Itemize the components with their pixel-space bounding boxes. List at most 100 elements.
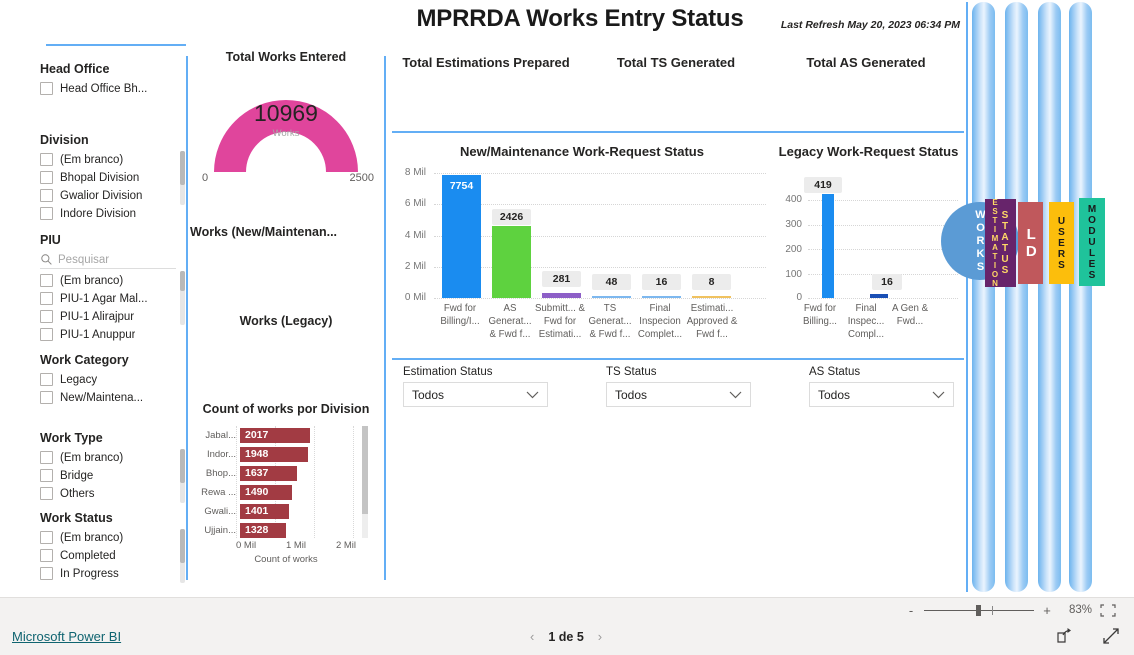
- share-button[interactable]: [1056, 627, 1074, 645]
- division-bar[interactable]: 1401: [240, 503, 289, 519]
- filter-item-work-type-bridge[interactable]: Bridge: [40, 467, 185, 484]
- checkbox-icon[interactable]: [40, 373, 53, 386]
- table-row[interactable]: Gwali... 1401: [190, 502, 370, 520]
- checkbox-icon[interactable]: [40, 82, 53, 95]
- filter-item-piu-agar-malwa[interactable]: PIU-1 Agar Mal...: [40, 290, 185, 307]
- works-legacy-title: Works (Legacy): [239, 314, 333, 328]
- next-page-button[interactable]: ›: [598, 629, 602, 644]
- bar-value-label: 16: [872, 274, 902, 290]
- filter-item-piu-blank[interactable]: (Em branco): [40, 272, 185, 289]
- zoom-slider-thumb[interactable]: [976, 604, 981, 616]
- division-bar[interactable]: 1637: [240, 465, 297, 481]
- checkbox-icon[interactable]: [40, 171, 53, 184]
- piu-search-input[interactable]: Pesquisar: [40, 251, 176, 269]
- table-row[interactable]: Rewa ... 1490: [190, 483, 370, 501]
- navigation-cylinders: WORKS ESTIMATION STATUS LD USERS MODULES: [941, 2, 1105, 592]
- prev-page-button[interactable]: ‹: [530, 629, 534, 644]
- zoom-in-button[interactable]: +: [1042, 603, 1052, 618]
- power-bi-brand-link[interactable]: Microsoft Power BI: [12, 629, 121, 644]
- checkbox-icon[interactable]: [40, 487, 53, 500]
- checkbox-icon[interactable]: [40, 189, 53, 202]
- filter-group-head-office: Head Office Head Office Bh...: [40, 62, 185, 98]
- divider-top-right: [392, 131, 964, 133]
- bar-ts-generated[interactable]: [592, 296, 631, 298]
- checkbox-icon[interactable]: [40, 328, 53, 341]
- x-category-label: Estimati... Approved & Fwd f...: [686, 303, 738, 340]
- nav-button-users[interactable]: USERS: [1049, 202, 1074, 284]
- division-bar[interactable]: 2017: [240, 427, 310, 443]
- filter-item-work-type-blank[interactable]: (Em branco): [40, 449, 185, 466]
- filter-item-work-type-others[interactable]: Others: [40, 485, 185, 502]
- bar-submitted-fwd-for-estimation[interactable]: [542, 293, 581, 298]
- table-row[interactable]: Indor... 1948: [190, 445, 370, 463]
- bar-legacy-final-inspection[interactable]: [870, 294, 888, 298]
- slicer-value: Todos: [615, 387, 648, 402]
- nav-button-estimation-status[interactable]: ESTIMATION STATUS: [985, 198, 1016, 288]
- x-category-label: AS Generat... & Fwd f...: [488, 303, 532, 340]
- nav-button-modules[interactable]: MODULES: [1079, 198, 1105, 286]
- filter-item-work-status-in-progress[interactable]: In Progress: [40, 565, 185, 582]
- search-icon: [41, 254, 52, 265]
- checkbox-icon[interactable]: [40, 391, 53, 404]
- checkbox-icon[interactable]: [40, 469, 53, 482]
- filter-item-work-category-legacy[interactable]: Legacy: [40, 371, 185, 388]
- filter-item-label: (Em branco): [60, 153, 124, 166]
- zoom-slider[interactable]: [924, 604, 1034, 616]
- division-bar[interactable]: 1328: [240, 522, 286, 538]
- slicer-label: AS Status: [809, 366, 861, 378]
- bar-final-inspection-completed[interactable]: [642, 296, 681, 298]
- slicer-dropdown[interactable]: Todos: [606, 382, 751, 407]
- table-row[interactable]: Jabal... 2017: [190, 426, 370, 444]
- bar-value-label: 7754: [442, 178, 481, 194]
- filter-item-head-office-bhopal[interactable]: Head Office Bh...: [40, 80, 185, 97]
- slicer-dropdown[interactable]: Todos: [809, 382, 954, 407]
- division-bar[interactable]: 1490: [240, 484, 292, 500]
- chevron-down-icon[interactable]: [526, 391, 539, 399]
- chevron-down-icon[interactable]: [932, 391, 945, 399]
- filter-item-piu-alirajpur[interactable]: PIU-1 Alirajpur: [40, 308, 185, 325]
- filter-item-work-status-completed[interactable]: Completed: [40, 547, 185, 564]
- division-bar-value: 2017: [245, 429, 269, 441]
- division-chart-scrollbar[interactable]: [362, 426, 368, 538]
- filter-item-work-status-blank[interactable]: (Em branco): [40, 529, 185, 546]
- work-type-scrollbar[interactable]: [180, 449, 185, 503]
- nav-button-ld[interactable]: LD: [1018, 202, 1043, 284]
- zoom-out-button[interactable]: -: [906, 603, 916, 618]
- filter-item-division-blank[interactable]: (Em branco): [40, 151, 185, 168]
- checkbox-icon[interactable]: [40, 310, 53, 323]
- filter-item-piu-anuppur[interactable]: PIU-1 Anuppur: [40, 326, 185, 343]
- work-status-scrollbar[interactable]: [180, 529, 185, 583]
- y-tick: 8 Mil: [404, 167, 426, 178]
- checkbox-icon[interactable]: [40, 451, 53, 464]
- filter-item-division-indore[interactable]: Indore Division: [40, 205, 185, 222]
- bar-estimation-approved[interactable]: [692, 296, 731, 298]
- division-cat-label: Indor...: [206, 448, 236, 460]
- filter-item-division-gwalior[interactable]: Gwalior Division: [40, 187, 185, 204]
- x-tick: 2 Mil: [335, 540, 356, 551]
- filter-item-label: Legacy: [60, 373, 98, 386]
- table-row[interactable]: Bhop... 1637: [190, 464, 370, 482]
- division-scrollbar[interactable]: [180, 151, 185, 205]
- checkbox-icon[interactable]: [40, 549, 53, 562]
- filter-item-work-category-new-maintenance[interactable]: New/Maintena...: [40, 389, 185, 406]
- gauge-max-label: 2500: [349, 172, 374, 184]
- y-tick: 4 Mil: [404, 230, 426, 241]
- slicer-dropdown[interactable]: Todos: [403, 382, 548, 407]
- table-row[interactable]: Ujjain... 1328: [190, 521, 370, 539]
- fit-to-page-button[interactable]: [1100, 603, 1116, 617]
- checkbox-icon[interactable]: [40, 292, 53, 305]
- checkbox-icon[interactable]: [40, 567, 53, 580]
- piu-scrollbar[interactable]: [180, 271, 185, 325]
- filter-item-division-bhopal[interactable]: Bhopal Division: [40, 169, 185, 186]
- checkbox-icon[interactable]: [40, 207, 53, 220]
- bar-legacy-fwd-for-billing[interactable]: [822, 194, 834, 298]
- chevron-down-icon[interactable]: [729, 391, 742, 399]
- division-bar[interactable]: 1948: [240, 446, 308, 462]
- checkbox-icon[interactable]: [40, 153, 53, 166]
- checkbox-icon[interactable]: [40, 531, 53, 544]
- bar-as-generated[interactable]: [492, 226, 531, 298]
- filter-item-label: New/Maintena...: [60, 391, 144, 404]
- checkbox-icon[interactable]: [40, 274, 53, 287]
- filter-title-work-status: Work Status: [40, 511, 113, 525]
- fullscreen-button[interactable]: [1102, 627, 1120, 645]
